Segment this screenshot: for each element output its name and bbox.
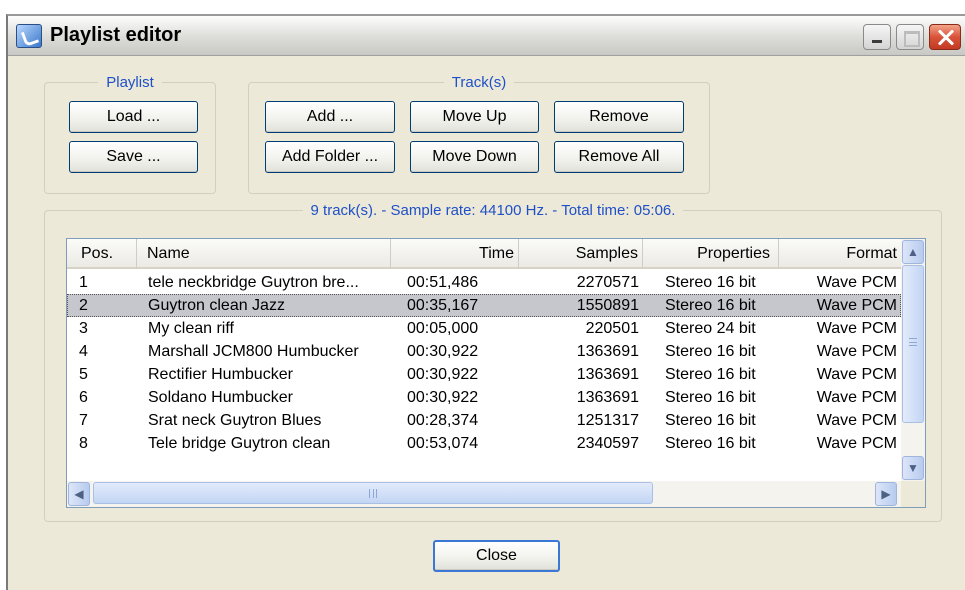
table-row[interactable]: 8 Tele bridge Guytron clean 00:53,074 23… — [67, 432, 901, 455]
add-track-button[interactable]: Add ... — [265, 101, 395, 133]
table-row[interactable]: 3 My clean riff 00:05,000 220501 Stereo … — [67, 317, 901, 340]
cell-samples: 1550891 — [576, 297, 639, 314]
cell-format: Wave PCM — [816, 389, 897, 406]
tracklist-summary: 9 track(s). - Sample rate: 44100 Hz. - T… — [310, 202, 676, 219]
cell-properties: Stereo 24 bit — [665, 320, 756, 337]
load-playlist-button[interactable]: Load ... — [69, 101, 198, 133]
table-row[interactable]: 7 Srat neck Guytron Blues 00:28,374 1251… — [67, 409, 901, 432]
minimize-icon[interactable] — [863, 24, 891, 50]
cell-name: tele neckbridge Guytron bre... — [148, 274, 359, 291]
cell-format: Wave PCM — [816, 274, 897, 291]
horizontal-scroll-thumb[interactable] — [93, 482, 653, 504]
scroll-right-icon[interactable]: ▶ — [875, 482, 897, 506]
cell-name: Srat neck Guytron Blues — [148, 412, 322, 429]
cell-properties: Stereo 16 bit — [665, 366, 756, 383]
cell-properties: Stereo 16 bit — [665, 389, 756, 406]
cell-name: My clean riff — [148, 320, 234, 337]
cell-name: Tele bridge Guytron clean — [148, 435, 331, 452]
cell-time: 00:51,486 — [407, 274, 479, 291]
tracks-group-legend: Track(s) — [451, 74, 507, 91]
cell-samples: 220501 — [585, 320, 639, 337]
table-row[interactable]: 1 tele neckbridge Guytron bre... 00:51,4… — [67, 271, 901, 294]
cell-name: Rectifier Humbucker — [148, 366, 293, 383]
horizontal-scrollbar[interactable]: ◀ ▶ — [67, 481, 901, 507]
cell-time: 00:30,922 — [407, 389, 479, 406]
tracks-group: Track(s) — [248, 74, 710, 194]
cell-pos: 5 — [79, 366, 88, 383]
scroll-down-icon[interactable]: ▼ — [902, 456, 924, 480]
move-down-button[interactable]: Move Down — [410, 141, 539, 173]
cell-time: 00:30,922 — [407, 343, 479, 360]
cell-time: 00:05,000 — [407, 320, 479, 337]
maximize-icon[interactable] — [896, 24, 924, 50]
move-up-button[interactable]: Move Up — [410, 101, 539, 133]
cell-pos: 1 — [79, 274, 88, 291]
cell-properties: Stereo 16 bit — [665, 343, 756, 360]
cell-samples: 1251317 — [576, 412, 639, 429]
column-header-properties[interactable]: Properties — [643, 239, 779, 269]
scroll-left-icon[interactable]: ◀ — [68, 482, 90, 506]
cell-name: Guytron clean Jazz — [148, 297, 285, 314]
playlist-group: Playlist — [44, 74, 216, 194]
cell-name: Soldano Humbucker — [148, 389, 293, 406]
cell-properties: Stereo 16 bit — [665, 412, 756, 429]
cell-time: 00:28,374 — [407, 412, 479, 429]
track-list-header: Pos. Name Time Samples Properties Format — [67, 239, 901, 269]
cell-pos: 4 — [79, 343, 88, 360]
column-header-samples[interactable]: Samples — [519, 239, 643, 269]
cell-time: 00:53,074 — [407, 435, 479, 452]
grip-icon — [369, 489, 377, 498]
scrollbar-corner — [901, 481, 925, 507]
vertical-scrollbar[interactable]: ▲ ▼ — [901, 239, 925, 481]
cell-samples: 1363691 — [576, 366, 639, 383]
cell-time: 00:30,922 — [407, 366, 479, 383]
table-row[interactable]: 5 Rectifier Humbucker 00:30,922 1363691 … — [67, 363, 901, 386]
remove-track-button[interactable]: Remove — [554, 101, 684, 133]
scroll-up-icon[interactable]: ▲ — [902, 240, 924, 264]
cell-samples: 1363691 — [576, 389, 639, 406]
column-header-pos[interactable]: Pos. — [67, 239, 137, 269]
cell-properties: Stereo 16 bit — [665, 435, 756, 452]
cell-format: Wave PCM — [816, 412, 897, 429]
playlist-group-legend: Playlist — [106, 74, 154, 91]
close-button[interactable]: Close — [433, 540, 560, 572]
cell-pos: 6 — [79, 389, 88, 406]
cell-samples: 1363691 — [576, 343, 639, 360]
window-title: Playlist editor — [50, 24, 182, 46]
table-row-selected[interactable]: 2 Guytron clean Jazz 00:35,167 1550891 S… — [67, 294, 901, 317]
column-header-time[interactable]: Time — [391, 239, 519, 269]
cell-properties: Stereo 16 bit — [665, 297, 756, 314]
remove-all-button[interactable]: Remove All — [554, 141, 684, 173]
add-folder-button[interactable]: Add Folder ... — [265, 141, 395, 173]
table-row[interactable]: 4 Marshall JCM800 Humbucker 00:30,922 13… — [67, 340, 901, 363]
cell-format: Wave PCM — [816, 435, 897, 452]
column-header-format[interactable]: Format — [779, 239, 901, 269]
playlist-app-icon[interactable] — [16, 24, 42, 48]
track-list[interactable]: Pos. Name Time Samples Properties Format… — [66, 238, 926, 508]
cell-samples: 2270571 — [576, 274, 639, 291]
cell-samples: 2340597 — [576, 435, 639, 452]
title-bar[interactable]: Playlist editor — [8, 16, 965, 56]
save-playlist-button[interactable]: Save ... — [69, 141, 198, 173]
playlist-editor-window: Playlist editor Playlist Load ... Save .… — [6, 14, 965, 590]
cell-time: 00:35,167 — [407, 297, 479, 314]
cell-pos: 8 — [79, 435, 88, 452]
cell-pos: 2 — [79, 297, 88, 314]
cell-name: Marshall JCM800 Humbucker — [148, 343, 359, 360]
track-rows: 1 tele neckbridge Guytron bre... 00:51,4… — [67, 271, 901, 455]
close-icon[interactable] — [929, 24, 961, 50]
cell-properties: Stereo 16 bit — [665, 274, 756, 291]
cell-pos: 7 — [79, 412, 88, 429]
cell-format: Wave PCM — [816, 366, 897, 383]
cell-format: Wave PCM — [816, 343, 897, 360]
grip-icon — [909, 338, 917, 346]
cell-format: Wave PCM — [816, 297, 897, 314]
cell-pos: 3 — [79, 320, 88, 337]
vertical-scroll-thumb[interactable] — [902, 265, 924, 423]
cell-format: Wave PCM — [816, 320, 897, 337]
column-header-name[interactable]: Name — [137, 239, 391, 269]
table-row[interactable]: 6 Soldano Humbucker 00:30,922 1363691 St… — [67, 386, 901, 409]
